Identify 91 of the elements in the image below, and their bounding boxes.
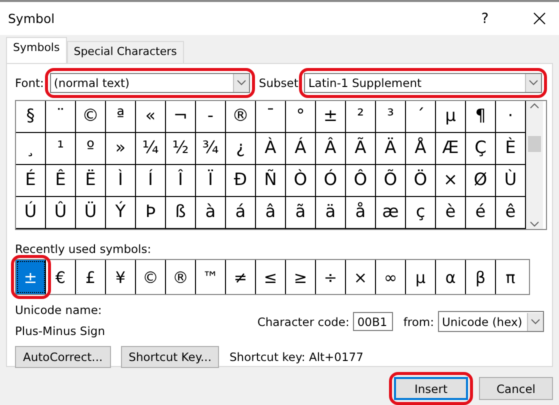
symbol-cell[interactable]: Å: [406, 132, 436, 164]
symbol-cell[interactable]: Û: [46, 196, 76, 228]
dialog-button[interactable]: Cancel: [479, 377, 553, 400]
scroll-down-icon[interactable]: [530, 221, 539, 227]
symbol-cell[interactable]: ³: [376, 101, 406, 132]
symbol-cell[interactable]: ½: [166, 132, 196, 164]
symbol-cell[interactable]: á: [226, 196, 256, 228]
symbol-cell[interactable]: ¶: [466, 101, 496, 132]
symbol-cell[interactable]: ®: [226, 101, 256, 132]
symbol-cell[interactable]: Ì: [106, 164, 136, 196]
symbol-cell[interactable]: Ë: [76, 164, 106, 196]
symbol-cell[interactable]: ª: [106, 101, 136, 132]
scrollbar-thumb[interactable]: [528, 136, 541, 152]
symbol-cell[interactable]: Þ: [136, 196, 166, 228]
symbol-cell[interactable]: Ï: [196, 164, 226, 196]
font-dropdown[interactable]: (normal text): [50, 73, 250, 93]
symbol-cell[interactable]: ¿: [226, 132, 256, 164]
symbol-cell[interactable]: Ã: [346, 132, 376, 164]
subset-dropdown[interactable]: Latin-1 Supplement: [304, 73, 542, 93]
symbol-cell[interactable]: Ø: [466, 164, 496, 196]
panel-button[interactable]: AutoCorrect...: [15, 346, 111, 368]
symbol-cell[interactable]: ²: [346, 101, 376, 132]
panel-button[interactable]: Shortcut Key...: [120, 346, 220, 368]
symbol-cell[interactable]: ß: [166, 196, 196, 228]
symbol-cell[interactable]: å: [346, 196, 376, 228]
font-label: Font:: [15, 76, 44, 90]
character-code-field[interactable]: 00B1: [353, 312, 394, 331]
symbol-cell[interactable]: ä: [316, 196, 346, 228]
symbol-cell[interactable]: ´: [406, 101, 436, 132]
symbol-cell[interactable]: »: [106, 132, 136, 164]
from-label: from:: [403, 314, 434, 328]
symbol-cell[interactable]: Ó: [316, 164, 346, 196]
symbol-cell[interactable]: Ú: [16, 196, 46, 228]
symbol-cell[interactable]: Ý: [106, 196, 136, 228]
symbol-cell[interactable]: æ: [376, 196, 406, 228]
close-icon[interactable]: [532, 12, 546, 25]
symbol-cell[interactable]: ¼: [136, 132, 166, 164]
symbol-cell[interactable]: Ò: [286, 164, 316, 196]
tab[interactable]: Special Characters: [66, 41, 184, 63]
tab[interactable]: Symbols: [6, 37, 67, 63]
symbol-cell[interactable]: ×: [436, 164, 466, 196]
help-button[interactable]: ?: [465, 10, 505, 26]
symbol-cell[interactable]: µ: [436, 101, 466, 132]
symbol-cell[interactable]: ¾: [196, 132, 226, 164]
symbol-cell[interactable]: Ñ: [256, 164, 286, 196]
symbol-cell[interactable]: Í: [136, 164, 166, 196]
dialog-button[interactable]: Insert: [394, 377, 468, 400]
symbol-cell[interactable]: Á: [286, 132, 316, 164]
symbol-cell[interactable]: Ü: [76, 196, 106, 228]
symbol-cell[interactable]: Â: [316, 132, 346, 164]
character-code-label: Character code:: [257, 314, 350, 328]
symbol-cell[interactable]: «: [136, 101, 166, 132]
symbol-cell[interactable]: Ð: [226, 164, 256, 196]
symbol-cell[interactable]: ¹: [46, 132, 76, 164]
symbol-cell[interactable]: ç: [406, 196, 436, 228]
from-dropdown[interactable]: Unicode (hex): [438, 311, 544, 332]
subset-label: Subset: [258, 76, 298, 90]
symbol-cell[interactable]: à: [196, 196, 226, 228]
symbol-cell[interactable]: §: [16, 101, 46, 132]
symbol-cell[interactable]: Æ: [436, 132, 466, 164]
symbol-cell[interactable]: É: [16, 164, 46, 196]
symbol-cell[interactable]: ¨: [46, 101, 76, 132]
symbol-cell[interactable]: °: [286, 101, 316, 132]
unicode-name: Plus-Minus Sign: [15, 324, 106, 338]
symbol-cell[interactable]: é: [466, 196, 496, 228]
symbol-cell[interactable]: Ö: [406, 164, 436, 196]
recent-symbol[interactable]: π: [496, 260, 525, 294]
symbol-cell[interactable]: Ô: [346, 164, 376, 196]
scroll-up-icon[interactable]: [530, 103, 539, 109]
symbol-cell[interactable]: ¸: [16, 132, 46, 164]
symbol-cell[interactable]: ±: [316, 101, 346, 132]
symbol-cell[interactable]: -: [196, 101, 226, 132]
symbol-cell[interactable]: À: [256, 132, 286, 164]
symbol-cell[interactable]: º: [76, 132, 106, 164]
symbol-cell[interactable]: ¯: [256, 101, 286, 132]
symbol-cell[interactable]: Ç: [466, 132, 496, 164]
symbol-cell[interactable]: ¬: [166, 101, 196, 132]
symbol-cell[interactable]: ã: [286, 196, 316, 228]
window-title: Symbol: [8, 11, 56, 26]
shortcut-key-text: Shortcut key: Alt+0177: [229, 350, 364, 364]
symbol-cell[interactable]: â: [256, 196, 286, 228]
symbol-cell[interactable]: Õ: [376, 164, 406, 196]
recent-symbol[interactable]: ±: [16, 260, 46, 294]
symbol-cell[interactable]: ©: [76, 101, 106, 132]
unicode-name-label: Unicode name:: [15, 303, 103, 317]
symbol-cell[interactable]: è: [436, 196, 466, 228]
symbol-cell[interactable]: Ä: [376, 132, 406, 164]
symbol-cell[interactable]: Î: [166, 164, 196, 196]
scrollbar[interactable]: [526, 101, 543, 229]
recent-symbols-label: Recently used symbols:: [15, 242, 152, 256]
symbol-cell[interactable]: Ê: [46, 164, 76, 196]
